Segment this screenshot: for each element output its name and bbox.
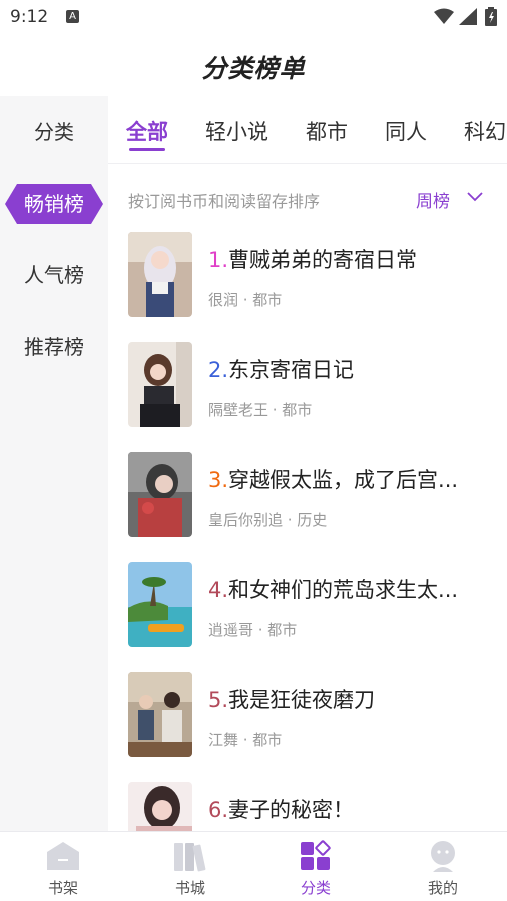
- page-title: 分类榜单: [201, 54, 306, 83]
- sort-hint: 按订阅书币和阅读留存排序: [128, 192, 321, 211]
- bookstore-icon: [174, 843, 206, 872]
- book-title[interactable]: 2.东京寄宿日记: [208, 354, 478, 384]
- nav-label: 书架: [47, 879, 78, 897]
- book-name: 东京寄宿日记: [228, 358, 355, 382]
- status-time: 9:12: [10, 7, 49, 27]
- book-meta: 皇后你别追 · 历史: [208, 511, 328, 529]
- wifi-icon: [434, 8, 454, 24]
- status-bar: 9:12 A: [0, 0, 507, 34]
- period-selector[interactable]: 周榜: [416, 187, 450, 212]
- list-item[interactable]: 4.和女神们的荒岛求生太... 逍遥哥 · 都市: [108, 550, 507, 660]
- book-rank: 3.: [208, 468, 229, 492]
- list-item[interactable]: 6.妻子的秘密！: [108, 770, 507, 831]
- book-name: 我是狂徒夜磨刀: [228, 688, 376, 712]
- book-rank: 2.: [208, 358, 229, 382]
- book-title[interactable]: 3.穿越假太监，成了后宫...: [208, 464, 478, 494]
- tab-active-indicator: [129, 148, 165, 151]
- list-item[interactable]: 3.穿越假太监，成了后宫... 皇后你别追 · 历史: [108, 440, 507, 550]
- tab-urban[interactable]: 都市: [306, 116, 348, 146]
- profile-icon: [431, 841, 455, 872]
- chevron-down-icon[interactable]: [466, 189, 484, 203]
- nav-item-bookshelf[interactable]: 书架: [0, 832, 126, 901]
- book-name: 曹贼弟弟的寄宿日常: [228, 248, 418, 272]
- book-rank: 5.: [208, 688, 229, 712]
- sidebar-item-bestseller[interactable]: 畅销榜: [5, 184, 103, 224]
- book-meta: 江舞 · 都市: [208, 731, 283, 749]
- list-item[interactable]: 2.东京寄宿日记 隔壁老王 · 都市: [108, 330, 507, 440]
- sidebar-item-recommended[interactable]: 推荐榜: [0, 325, 108, 369]
- book-meta: 逍遥哥 · 都市: [208, 621, 298, 639]
- book-cover[interactable]: [128, 782, 192, 831]
- notification-icon: A: [66, 10, 79, 23]
- nav-item-profile[interactable]: 我的: [380, 832, 506, 901]
- tab-all[interactable]: 全部: [126, 116, 168, 146]
- book-cover[interactable]: [128, 452, 192, 537]
- list-item[interactable]: 5.我是狂徒夜磨刀 江舞 · 都市: [108, 660, 507, 770]
- book-rank: 6.: [208, 798, 229, 822]
- book-name: 穿越假太监，成了后宫...: [228, 468, 459, 492]
- book-cover[interactable]: [128, 232, 192, 317]
- tab-fanfic[interactable]: 同人: [385, 116, 427, 146]
- sort-bar: 按订阅书币和阅读留存排序 周榜: [108, 176, 507, 220]
- book-meta: 隔壁老王 · 都市: [208, 401, 313, 419]
- nav-label: 我的: [427, 879, 458, 897]
- battery-icon: [485, 7, 497, 26]
- book-title[interactable]: 5.我是狂徒夜磨刀: [208, 684, 478, 714]
- nav-label: 书城: [174, 879, 205, 897]
- book-rank: 4.: [208, 578, 229, 602]
- nav-item-bookstore[interactable]: 书城: [127, 832, 253, 901]
- category-icon: [301, 840, 331, 870]
- book-cover[interactable]: [128, 672, 192, 757]
- bottom-nav: 书架 书城 分类 我的: [0, 831, 507, 901]
- tab-scifi[interactable]: 科幻: [464, 116, 506, 146]
- sidebar-item-popular[interactable]: 人气榜: [0, 253, 108, 297]
- book-cover[interactable]: [128, 342, 192, 427]
- list-item[interactable]: 1.曹贼弟弟的寄宿日常 很润 · 都市: [108, 220, 507, 330]
- book-name: 妻子的秘密！: [228, 798, 355, 822]
- book-title[interactable]: 4.和女神们的荒岛求生太...: [208, 574, 478, 604]
- tab-light-novel[interactable]: 轻小说: [205, 116, 268, 146]
- signal-icon: [459, 8, 477, 25]
- nav-item-category[interactable]: 分类: [253, 832, 379, 901]
- book-list: 1.曹贼弟弟的寄宿日常 很润 · 都市 2.东京寄宿日记 隔壁老王 · 都市 3…: [108, 220, 507, 831]
- book-meta: 很润 · 都市: [208, 291, 283, 309]
- book-cover[interactable]: [128, 562, 192, 647]
- book-rank: 1.: [208, 248, 229, 272]
- bookshelf-icon: [47, 842, 79, 870]
- book-title[interactable]: 1.曹贼弟弟的寄宿日常: [208, 244, 478, 274]
- rank-sidebar: 分类 畅销榜 人气榜 推荐榜: [0, 96, 108, 831]
- genre-tabs: 全部 轻小说 都市 同人 科幻: [108, 96, 507, 164]
- sidebar-item-category[interactable]: 分类: [0, 110, 108, 154]
- book-title[interactable]: 6.妻子的秘密！: [208, 794, 478, 824]
- app-header: 分类榜单: [0, 34, 507, 96]
- book-name: 和女神们的荒岛求生太...: [228, 578, 459, 602]
- nav-label: 分类: [300, 879, 331, 897]
